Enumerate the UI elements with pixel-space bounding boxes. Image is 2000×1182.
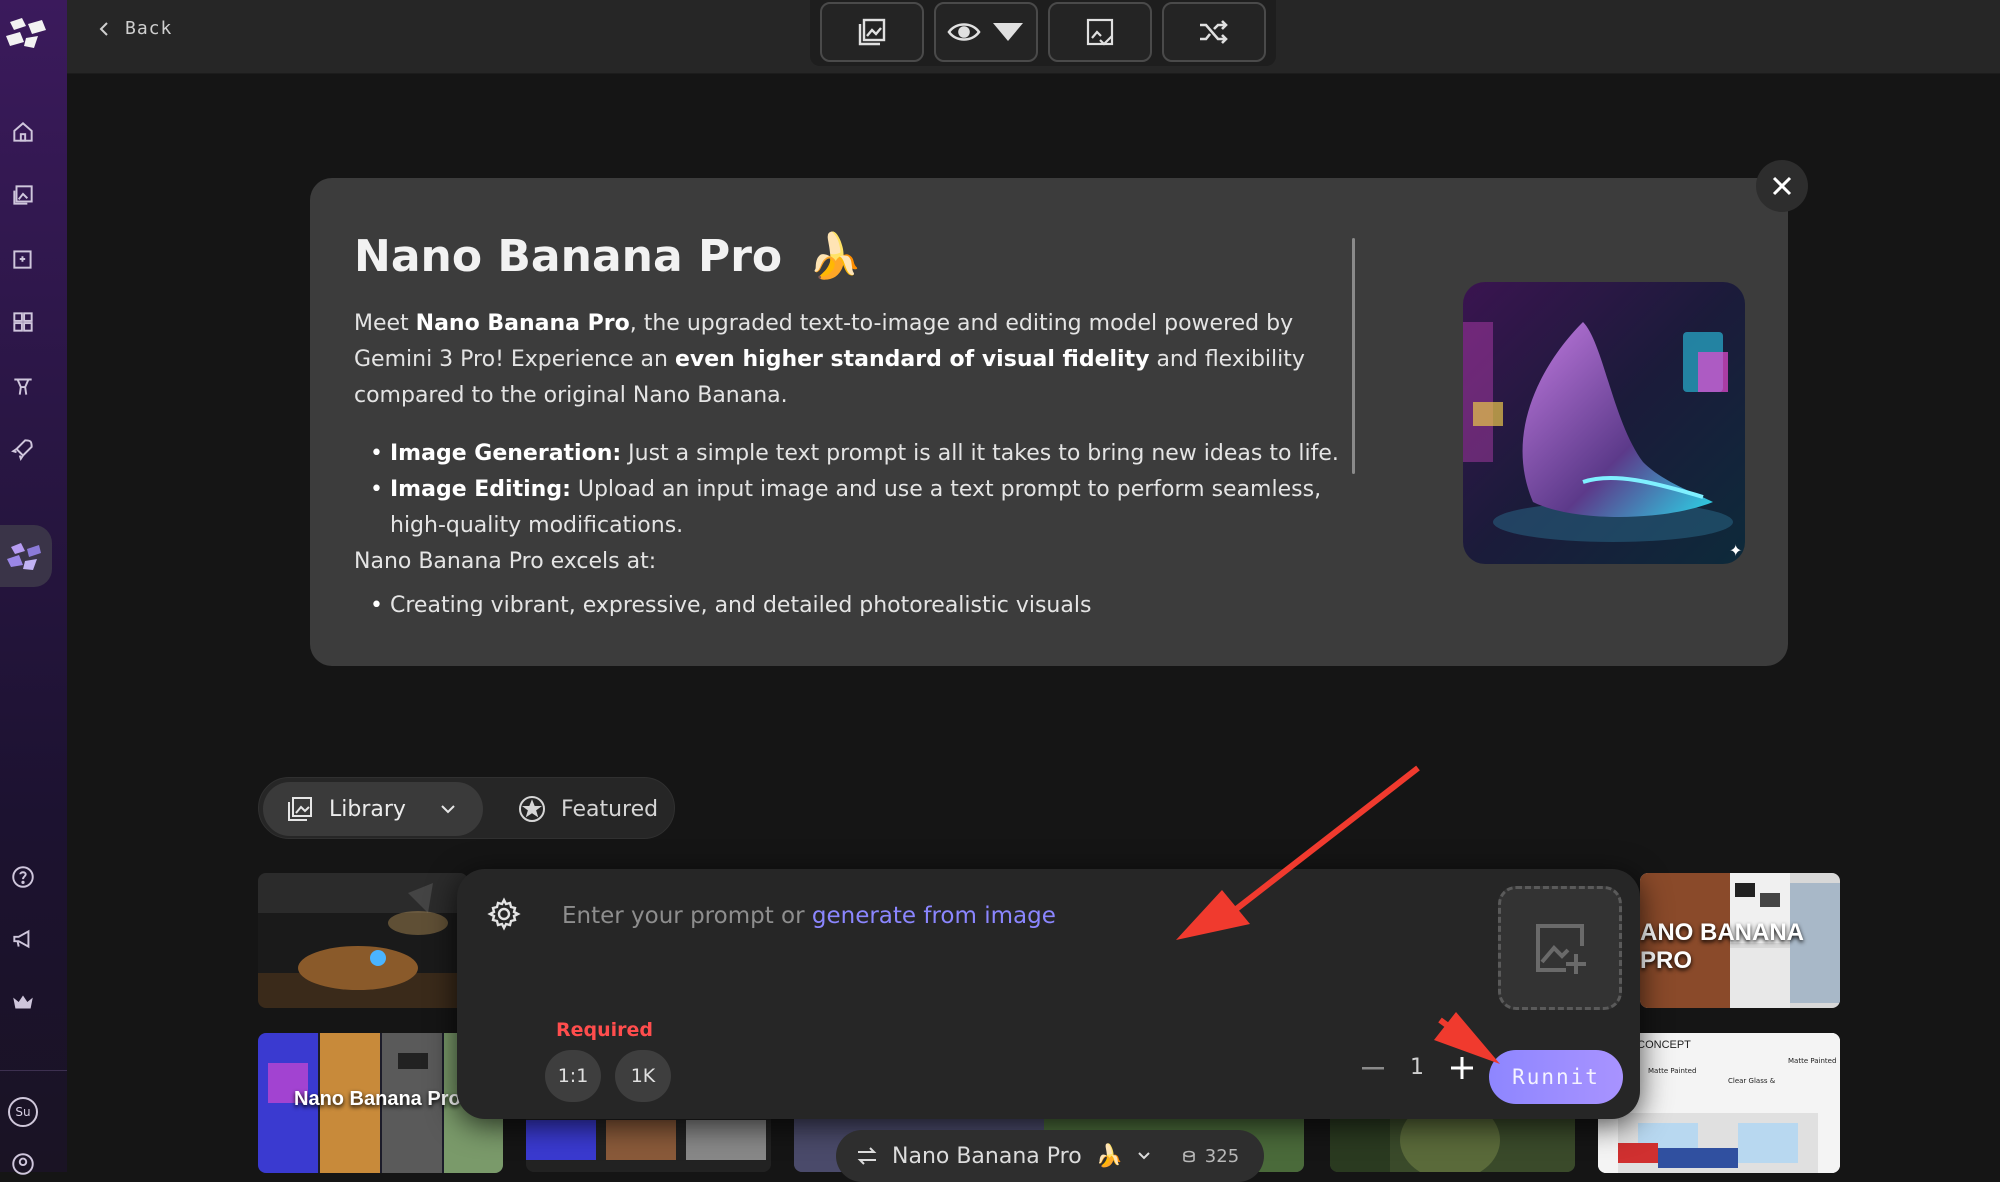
megaphone-icon[interactable] [9,925,37,953]
library-icon [288,797,312,821]
close-icon [1772,176,1792,196]
svg-text:Matte Painted: Matte Painted [1788,1057,1836,1065]
trainer-icon[interactable] [9,372,37,400]
swap-icon [857,1147,877,1165]
prompt-placeholder: Enter your prompt or [562,903,812,929]
minus-icon[interactable] [1362,1066,1384,1070]
list-item: Image Editing: Upload an input image and… [370,472,1354,544]
gallery-tile[interactable]: ANO BANANA PRO [1640,873,1840,1008]
view-dropdown[interactable] [934,2,1038,62]
quantity-stepper: 1 [1362,1055,1474,1080]
image-add-icon [1536,924,1586,974]
model-selector[interactable]: Nano Banana Pro 🍌 325 [836,1130,1264,1182]
banana-emoji: 🍌 [1095,1143,1124,1169]
tab-featured-label: Featured [561,796,659,822]
image-upload-button[interactable] [1498,886,1622,1010]
images-icon[interactable] [9,181,37,209]
crown-icon[interactable] [9,988,37,1016]
prompt-input[interactable]: Enter your prompt or generate from image [562,903,1056,929]
aspect-ratio-chip[interactable]: 1:1 [545,1050,601,1102]
resolution-chip[interactable]: 1K [615,1050,671,1102]
prompt-panel: Enter your prompt or generate from image… [457,869,1640,1119]
modal-title-text: Nano Banana Pro [354,231,783,282]
excels-list: Creating vibrant, expressive, and detail… [370,588,1354,616]
caret-down-icon [993,23,1023,41]
quantity-value: 1 [1410,1055,1424,1080]
plus-icon[interactable] [1450,1056,1474,1080]
back-button[interactable]: Back [97,18,172,39]
close-button[interactable] [1756,160,1808,212]
coins-icon [1183,1150,1195,1162]
banana-emoji: 🍌 [807,231,863,282]
image-check-button[interactable] [1048,2,1152,62]
generate-from-image-link[interactable]: generate from image [812,903,1056,929]
library-tabs: Library Featured [258,777,675,839]
eye-icon [947,23,981,41]
modal-description: Meet Nano Banana Pro, the upgraded text-… [354,306,1354,616]
gallery-icon [858,18,886,46]
model-preview-image: ✦ [1463,282,1745,564]
avatar[interactable]: Su [8,1097,38,1127]
runnit-button[interactable]: Runnit [1489,1050,1623,1104]
list-item: Creating vibrant, expressive, and detail… [370,588,1354,616]
chevron-down-icon [441,805,455,814]
tab-library[interactable]: Library [263,782,483,836]
rocket-icon[interactable] [9,435,37,463]
gallery-tile[interactable] [258,873,468,1008]
image-add-icon[interactable] [9,245,37,273]
feature-list: Image Generation: Just a simple text pro… [370,436,1354,544]
required-label: Required [556,1019,654,1041]
svg-text:Matte Painted: Matte Painted [1648,1067,1696,1075]
gallery-button[interactable] [820,2,924,62]
tile-text: ANO BANANA PRO [1640,919,1804,974]
sidebar-divider [0,1070,67,1071]
star-icon [519,796,545,822]
app-logo-icon [7,543,41,570]
help-icon[interactable] [9,863,37,891]
home-icon[interactable] [9,118,37,146]
intro-paragraph: Meet Nano Banana Pro, the upgraded text-… [354,311,1305,408]
shuffle-icon [1200,20,1228,44]
excels-heading: Nano Banana Pro excels at: [354,549,657,574]
modal-title: Nano Banana Pro 🍌 [354,230,862,282]
list-item: Image Generation: Just a simple text pro… [370,436,1354,472]
account-icon[interactable] [9,1150,37,1178]
model-name: Nano Banana Pro [892,1143,1082,1169]
credit-count: 325 [1183,1146,1239,1167]
tab-featured[interactable]: Featured [517,782,658,836]
chevron-left-icon [99,21,108,36]
app-logo-icon[interactable] [4,14,50,54]
model-info-modal: Nano Banana Pro 🍌 Meet Nano Banana Pro, … [310,178,1788,666]
gear-icon[interactable] [487,897,521,931]
sidebar: Su [0,0,67,1175]
svg-text:✦: ✦ [1729,541,1742,560]
back-label: Back [125,18,173,39]
tile-text: Nano Banana Pro [294,1088,461,1110]
scrollbar[interactable] [1352,238,1355,474]
shuffle-button[interactable] [1162,2,1266,62]
chevron-down-icon [1138,1152,1150,1160]
tab-library-label: Library [329,796,406,822]
toolbar [810,0,1276,66]
dashboard-icon[interactable] [9,308,37,336]
svg-text:Clear Glass &: Clear Glass & [1728,1077,1776,1085]
active-app-item[interactable] [0,525,52,587]
image-check-icon [1086,18,1114,46]
top-bar: Back [67,0,2000,74]
